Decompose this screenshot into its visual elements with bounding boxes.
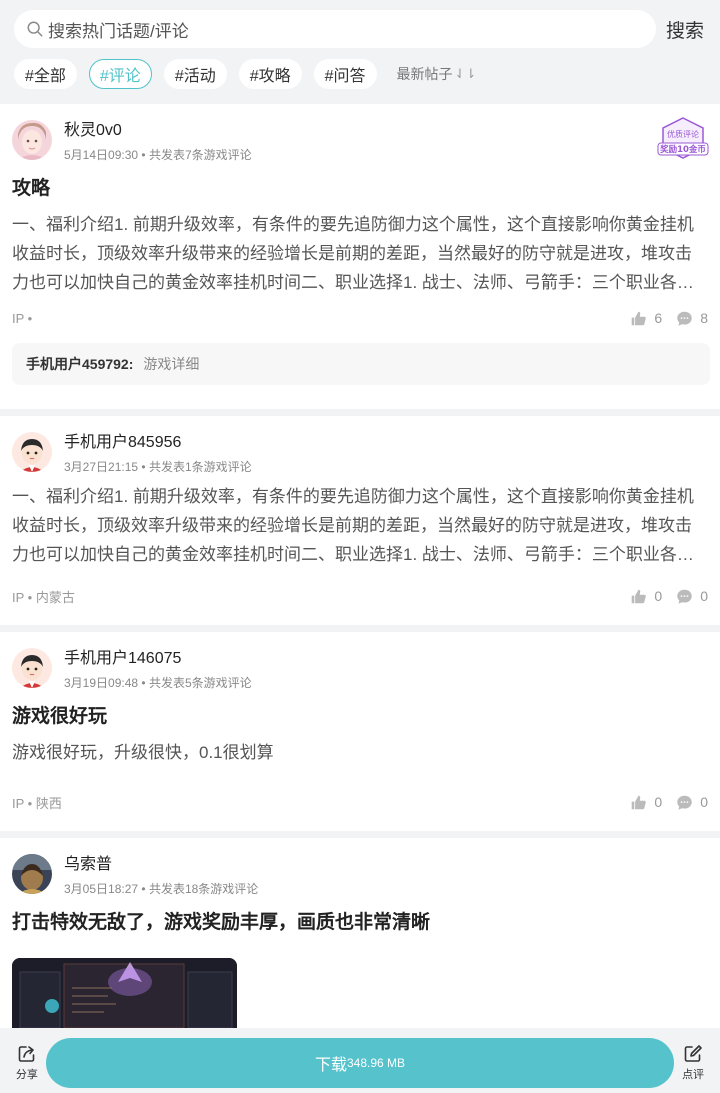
username[interactable]: 乌索普: [64, 854, 258, 876]
post-footer: IP • 内蒙古 0 0: [12, 575, 708, 617]
reply-preview[interactable]: 手机用户459792: 游戏详细: [12, 343, 710, 385]
avatar[interactable]: [12, 432, 52, 472]
like-button[interactable]: 0: [630, 588, 662, 605]
ip-label: IP: [12, 795, 25, 811]
comment-count: 0: [700, 794, 708, 810]
search-icon: [27, 21, 43, 37]
post-card[interactable]: 手机用户146075 3月19日09:48 • 共发表5条游戏评论 游戏很好玩 …: [0, 632, 720, 831]
post-date: 5月14日09:30: [64, 148, 139, 162]
post-meta: 3月19日09:48 • 共发表5条游戏评论: [64, 676, 252, 690]
post-count: 共发表18条游戏评论: [148, 882, 259, 896]
review-label: 点评: [682, 1069, 705, 1081]
tab-reviews[interactable]: #评论: [88, 59, 152, 89]
sort-dropdown[interactable]: 最新帖子 ⇃⇂: [397, 64, 477, 84]
post-body[interactable]: 一、福利介绍1. 前期升级效率，有条件的要先追防御力这个属性，这个直接影响你黄金…: [12, 482, 708, 569]
download-button[interactable]: 下载 348.96 MB: [45, 1038, 675, 1088]
comment-button[interactable]: 0: [676, 794, 708, 811]
post-author: 乌索普 3月05日18:27 • 共发表18条游戏评论: [12, 852, 708, 902]
like-count: 0: [654, 794, 663, 810]
post-date: 3月27日21:15: [64, 460, 139, 474]
ip-label: IP: [12, 310, 25, 326]
post-spacer: [12, 617, 708, 625]
post-title: 攻略: [12, 178, 51, 199]
comment-count: 8: [700, 310, 708, 326]
quality-review-badge: 优质评论 奖励10金币: [656, 116, 710, 160]
edit-icon: [684, 1045, 702, 1062]
tab-all[interactable]: #全部: [14, 59, 77, 89]
post-author: 手机用户845956 3月27日21:15 • 共发表1条游戏评论: [12, 430, 708, 480]
username[interactable]: 手机用户845956: [64, 432, 252, 454]
share-button[interactable]: 分享: [14, 1044, 40, 1082]
share-icon: [18, 1046, 35, 1062]
avatar[interactable]: [12, 648, 52, 688]
reply-user: 手机用户459792:: [26, 356, 134, 372]
post-image[interactable]: [12, 958, 237, 1028]
post-footer: IP • 6 8: [12, 297, 708, 339]
like-count: 6: [654, 310, 663, 326]
comment-icon: [677, 795, 692, 810]
ip-region: 内蒙古: [35, 589, 75, 605]
comment-button[interactable]: 0: [676, 588, 708, 605]
reply-text: 游戏详细: [143, 356, 200, 372]
post-title: 游戏很好玩: [12, 706, 108, 727]
thumbs-up-icon: [632, 311, 647, 325]
post-body[interactable]: 游戏很好玩，升级很快，0.1很划算: [12, 738, 708, 767]
post-spacer: [12, 823, 708, 831]
like-button[interactable]: 0: [630, 794, 662, 811]
username[interactable]: 手机用户146075: [64, 648, 252, 670]
ip-region: 陕西: [35, 795, 62, 811]
comment-button[interactable]: 8: [676, 310, 708, 327]
topic-tabs: #全部 #评论 #活动 #攻略 #问答 最新帖子 ⇃⇂: [14, 58, 708, 90]
search-row: 搜索热门话题/评论 搜索: [14, 10, 708, 48]
ip-location: IP • 内蒙古: [12, 589, 75, 605]
post-footer: IP • 陕西 0 0: [12, 781, 708, 823]
post-meta: 5月14日09:30 • 共发表7条游戏评论: [64, 148, 252, 162]
post-card[interactable]: 秋灵0v0 5月14日09:30 • 共发表7条游戏评论 优质评论 奖励10金币…: [0, 104, 720, 409]
post-count: 共发表1条游戏评论: [148, 460, 252, 474]
tab-events[interactable]: #活动: [163, 59, 227, 89]
comment-icon: [677, 311, 692, 326]
ip-location: IP • 陕西: [12, 795, 62, 811]
ip-location: IP •: [12, 310, 33, 326]
tab-qa[interactable]: #问答: [313, 59, 377, 89]
thumbs-up-icon: [632, 589, 647, 603]
thumbs-up-icon: [632, 795, 647, 809]
search-placeholder: 搜索热门话题/评论: [48, 21, 189, 41]
post-author: 秋灵0v0 5月14日09:30 • 共发表7条游戏评论: [12, 118, 708, 168]
avatar[interactable]: [12, 120, 52, 160]
post-date: 3月05日18:27: [64, 882, 139, 896]
post-title: 打击特效无敌了，游戏奖励丰厚，画质也非常清晰: [12, 912, 431, 933]
post-count: 共发表5条游戏评论: [148, 676, 252, 690]
post-card[interactable]: 手机用户845956 3月27日21:15 • 共发表1条游戏评论 一、福利介绍…: [0, 416, 720, 625]
post-body[interactable]: 一、福利介绍1. 前期升级效率，有条件的要先追防御力这个属性，这个直接影响你黄金…: [12, 210, 708, 297]
avatar[interactable]: [12, 854, 52, 894]
sort-icon: ⇃⇂: [454, 66, 477, 81]
post-meta: 3月05日18:27 • 共发表18条游戏评论: [64, 882, 259, 896]
tab-guides[interactable]: #攻略: [238, 59, 302, 89]
post-author: 手机用户146075 3月19日09:48 • 共发表5条游戏评论: [12, 646, 708, 696]
post-date: 3月19日09:48: [64, 676, 139, 690]
badge-title: 优质评论: [667, 129, 699, 139]
comment-icon: [677, 589, 692, 604]
post-count: 共发表7条游戏评论: [148, 148, 252, 162]
post-card[interactable]: 乌索普 3月05日18:27 • 共发表18条游戏评论 打击特效无敌了，游戏奖励…: [0, 838, 720, 1028]
like-count: 0: [654, 588, 663, 604]
search-button[interactable]: 搜索: [666, 16, 704, 43]
like-button[interactable]: 6: [630, 310, 662, 327]
download-size: 348.96 MB: [346, 1056, 406, 1070]
header: 搜索热门话题/评论 搜索 #全部 #评论 #活动 #攻略 #问答 最新帖子 ⇃⇂: [0, 0, 720, 104]
badge-reward: 奖励10金币: [660, 144, 706, 155]
post-meta: 3月27日21:15 • 共发表1条游戏评论: [64, 460, 252, 474]
sort-label: 最新帖子: [396, 66, 453, 82]
post-spacer: [12, 385, 708, 409]
comment-count: 0: [700, 588, 708, 604]
bottom-action-bar: 分享 下载 348.96 MB 点评: [0, 1033, 720, 1093]
review-button[interactable]: 点评: [680, 1044, 706, 1082]
download-label: 下载: [314, 1057, 347, 1074]
username[interactable]: 秋灵0v0: [64, 120, 252, 142]
ip-label: IP: [12, 589, 25, 605]
share-label: 分享: [15, 1069, 38, 1081]
search-input[interactable]: 搜索热门话题/评论: [14, 10, 656, 48]
